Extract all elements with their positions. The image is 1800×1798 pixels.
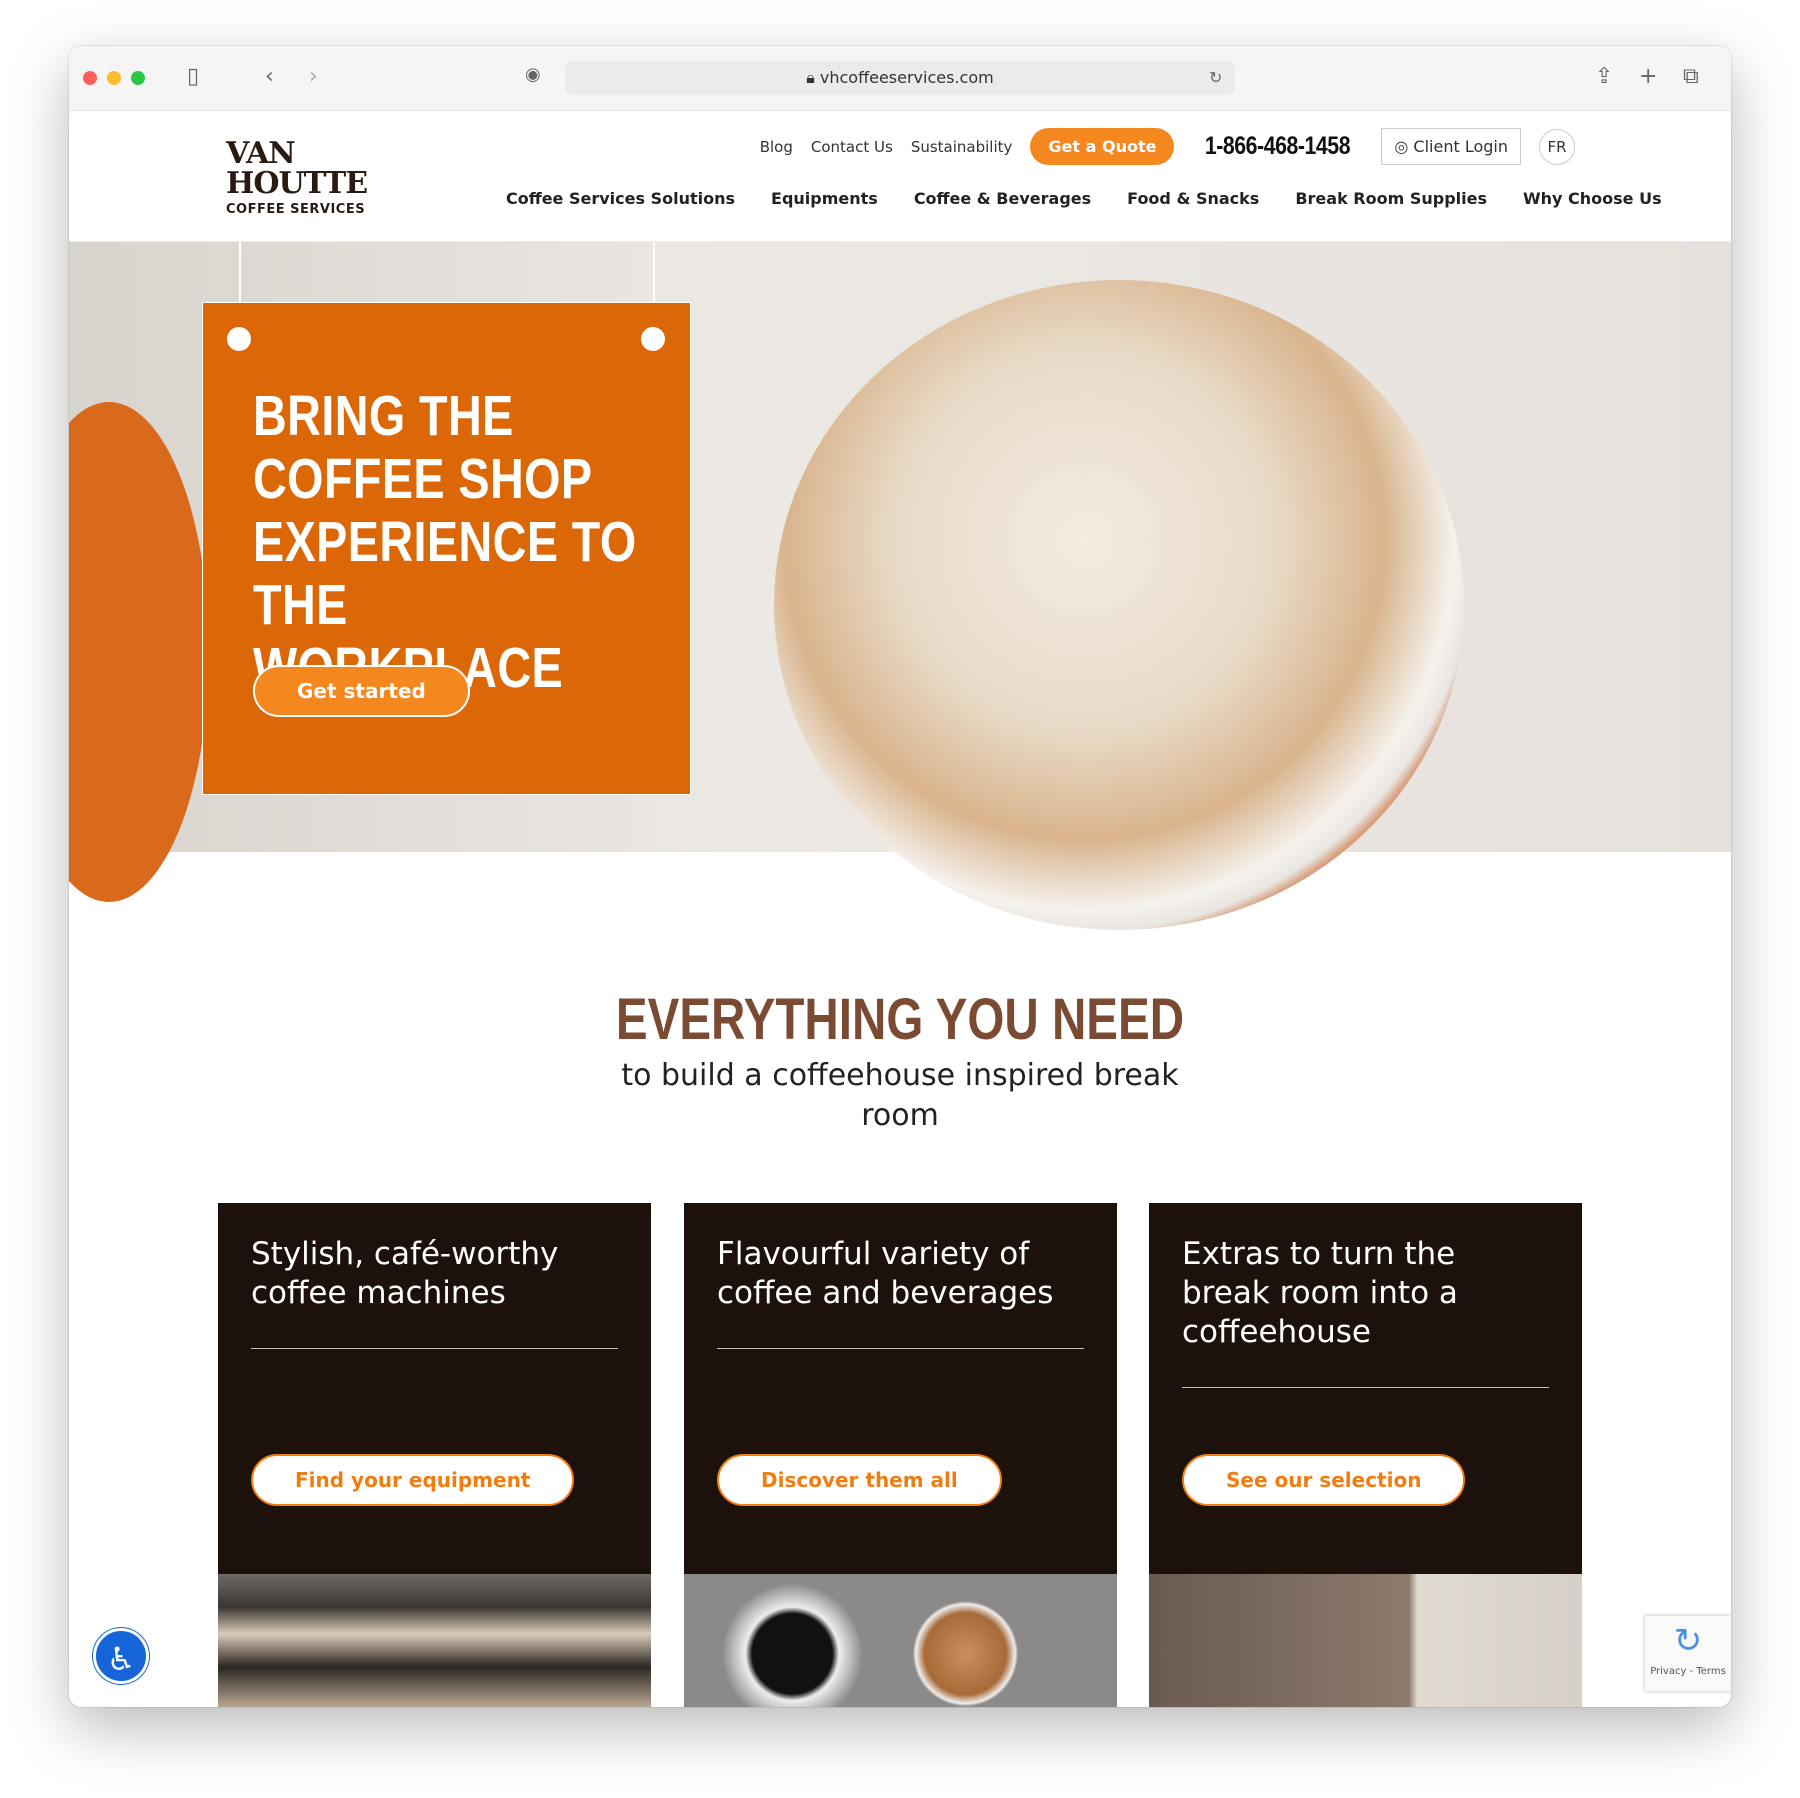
break-room-image bbox=[1149, 1574, 1582, 1707]
card-beverages: Flavourful variety of coffee and beverag… bbox=[684, 1203, 1117, 1707]
contact-link[interactable]: Contact Us bbox=[811, 138, 893, 156]
see-selection-button[interactable]: See our selection bbox=[1182, 1454, 1466, 1506]
address-bar[interactable]: 🔒︎ vhcoffeeservices.com bbox=[565, 61, 1235, 95]
minimize-window-button[interactable] bbox=[107, 71, 121, 85]
hero-image-sweater bbox=[69, 402, 209, 902]
site-header: VAN HOUTTE COFFEE SERVICES Blog Contact … bbox=[69, 111, 1731, 242]
logo-line3: COFFEE SERVICES bbox=[226, 202, 366, 217]
utility-nav: Blog Contact Us Sustainability Get a Quo… bbox=[760, 128, 1575, 165]
privacy-shield-icon[interactable]: ◉ bbox=[525, 64, 541, 85]
client-login-button[interactable]: ◎ Client Login bbox=[1381, 128, 1521, 165]
card-extras: Extras to turn the break room into a cof… bbox=[1149, 1203, 1582, 1707]
recaptcha-badge[interactable]: ↻ Privacy - Terms bbox=[1645, 1616, 1731, 1691]
section-subtitle: to build a coffeehouse inspired break ro… bbox=[621, 1058, 1179, 1133]
accessibility-button[interactable]: ♿︎ bbox=[93, 1628, 149, 1684]
nav-coffee-services-solutions[interactable]: Coffee Services Solutions bbox=[506, 189, 735, 208]
main-nav: Coffee Services Solutions Equipments Cof… bbox=[506, 189, 1662, 208]
browser-window: ▯ ‹ › ◉ 🔒︎ vhcoffeeservices.com ↻ ⇪ + ⧉ … bbox=[69, 46, 1731, 1707]
pin-dot bbox=[641, 327, 665, 351]
card-title: Stylish, café-worthy coffee machines bbox=[251, 1236, 559, 1311]
logo-line2: HOUTTE bbox=[226, 166, 368, 201]
get-quote-button[interactable]: Get a Quote bbox=[1030, 128, 1175, 165]
sidebar-icon[interactable]: ▯ bbox=[187, 64, 199, 89]
recaptcha-links[interactable]: Privacy - Terms bbox=[1645, 1666, 1731, 1677]
maximize-window-button[interactable] bbox=[131, 71, 145, 85]
card-equipment: Stylish, café-worthy coffee machines Fin… bbox=[218, 1203, 651, 1707]
divider bbox=[251, 1348, 618, 1349]
nav-food-snacks[interactable]: Food & Snacks bbox=[1127, 189, 1259, 208]
discover-beverages-button[interactable]: Discover them all bbox=[717, 1454, 1002, 1506]
hero-image-latte bbox=[774, 280, 1464, 930]
browser-toolbar: ▯ ‹ › ◉ 🔒︎ vhcoffeeservices.com ↻ ⇪ + ⧉ bbox=[69, 46, 1731, 111]
tabs-overview-icon[interactable]: ⧉ bbox=[1683, 64, 1699, 89]
nav-coffee-beverages[interactable]: Coffee & Beverages bbox=[914, 189, 1091, 208]
nav-why-choose-us[interactable]: Why Choose Us bbox=[1523, 189, 1662, 208]
url-text: vhcoffeeservices.com bbox=[819, 68, 994, 87]
back-icon[interactable]: ‹ bbox=[265, 64, 274, 89]
reload-icon[interactable]: ↻ bbox=[1209, 68, 1222, 87]
blog-link[interactable]: Blog bbox=[760, 138, 793, 156]
hero-panel: BRING THE COFFEE SHOP EXPERIENCE TO THE … bbox=[202, 302, 691, 795]
divider bbox=[717, 1348, 1084, 1349]
card-title: Flavourful variety of coffee and beverag… bbox=[717, 1236, 1054, 1311]
nav-break-room-supplies[interactable]: Break Room Supplies bbox=[1295, 189, 1487, 208]
close-window-button[interactable] bbox=[83, 71, 97, 85]
phone-number[interactable]: 1-866-468-1458 bbox=[1205, 132, 1351, 161]
get-started-button[interactable]: Get started bbox=[253, 665, 470, 717]
divider bbox=[1182, 1387, 1549, 1388]
language-toggle[interactable]: FR bbox=[1539, 128, 1575, 165]
hero-banner: BRING THE COFFEE SHOP EXPERIENCE TO THE … bbox=[69, 242, 1731, 930]
coffee-cups-image bbox=[684, 1574, 1117, 1707]
accessibility-icon: ♿︎ bbox=[106, 1640, 136, 1678]
recaptcha-icon: ↻ bbox=[1673, 1621, 1703, 1661]
sustainability-link[interactable]: Sustainability bbox=[911, 138, 1013, 156]
hero-title: BRING THE COFFEE SHOP EXPERIENCE TO THE … bbox=[253, 384, 637, 700]
pin-dot bbox=[227, 327, 251, 351]
find-equipment-button[interactable]: Find your equipment bbox=[251, 1454, 575, 1506]
van-houtte-logo[interactable]: VAN HOUTTE COFFEE SERVICES bbox=[226, 136, 368, 218]
section-title: EVERYTHING YOU NEED bbox=[615, 987, 1185, 1052]
forward-icon[interactable]: › bbox=[309, 64, 318, 89]
lock-icon: 🔒︎ bbox=[806, 68, 820, 87]
coffee-machine-image bbox=[218, 1574, 651, 1707]
share-icon[interactable]: ⇪ bbox=[1595, 64, 1613, 89]
new-tab-icon[interactable]: + bbox=[1639, 64, 1657, 89]
card-title: Extras to turn the break room into a cof… bbox=[1182, 1236, 1458, 1350]
logo-line1: VAN bbox=[226, 136, 296, 171]
user-icon: ◎ bbox=[1394, 137, 1414, 156]
nav-equipments[interactable]: Equipments bbox=[771, 189, 878, 208]
client-login-label: Client Login bbox=[1413, 137, 1508, 156]
